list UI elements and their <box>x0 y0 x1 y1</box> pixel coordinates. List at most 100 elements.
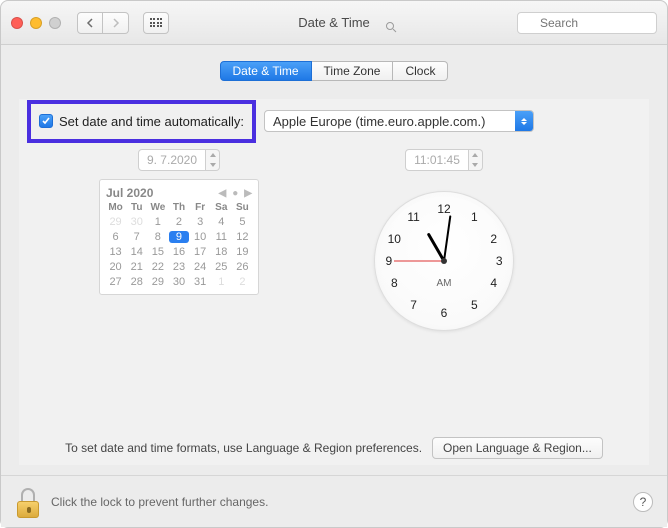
calendar-dow: Sa <box>212 202 231 213</box>
calendar-day[interactable]: 14 <box>127 246 146 258</box>
date-stepper[interactable] <box>206 149 220 171</box>
tab-time-zone[interactable]: Time Zone <box>312 61 394 81</box>
chevron-right-icon <box>112 18 120 28</box>
tab-date-time[interactable]: Date & Time <box>220 61 312 81</box>
calendar-dow: Fr <box>191 202 210 213</box>
calendar-day[interactable]: 28 <box>127 276 146 288</box>
clock-ampm: AM <box>437 278 452 289</box>
calendar-day-out[interactable]: 29 <box>106 216 125 228</box>
time-stepper-field: 11:01:45 <box>405 149 483 171</box>
clock-num-5: 5 <box>471 298 478 312</box>
auto-date-time-checkbox[interactable] <box>39 114 53 128</box>
date-stepper-field: 9. 7.2020 <box>138 149 220 171</box>
calendar-day[interactable]: 19 <box>233 246 252 258</box>
calendar-day[interactable]: 15 <box>148 246 167 258</box>
time-server-value: Apple Europe (time.euro.apple.com.) <box>273 114 485 129</box>
calendar-day[interactable]: 17 <box>191 246 210 258</box>
calendar-day-out[interactable]: 30 <box>127 216 146 228</box>
calendar-day[interactable]: 2 <box>169 216 188 228</box>
titlebar: Date & Time <box>1 1 667 45</box>
calendar-day[interactable]: 6 <box>106 231 125 243</box>
clock-num-8: 8 <box>391 276 398 290</box>
search-input[interactable] <box>517 12 657 34</box>
zoom-window-button <box>49 17 61 29</box>
auto-date-time-label: Set date and time automatically: <box>59 114 244 129</box>
time-column: 11:01:45 12 1 2 3 4 5 6 7 8 9 10 <box>279 149 609 331</box>
calendar-day[interactable]: 8 <box>148 231 167 243</box>
calendar-day[interactable]: 18 <box>212 246 231 258</box>
calendar-day[interactable]: 30 <box>169 276 188 288</box>
tab-clock[interactable]: Clock <box>393 61 448 81</box>
clock-num-10: 10 <box>388 232 401 246</box>
calendar-day[interactable]: 31 <box>191 276 210 288</box>
clock-num-12: 12 <box>437 202 450 216</box>
hint-text: To set date and time formats, use Langua… <box>65 441 422 455</box>
calendar-day[interactable]: 25 <box>212 261 231 273</box>
calendar-day[interactable]: 7 <box>127 231 146 243</box>
calendar-day[interactable]: 20 <box>106 261 125 273</box>
minute-hand <box>443 215 451 261</box>
back-button[interactable] <box>77 12 103 34</box>
clock-num-2: 2 <box>490 232 497 246</box>
nav-buttons <box>77 12 129 34</box>
clock-num-9: 9 <box>385 254 392 268</box>
help-button[interactable]: ? <box>633 492 653 512</box>
calendar-day[interactable]: 13 <box>106 246 125 258</box>
calendar-dow: Su <box>233 202 252 213</box>
calendar-day-out[interactable]: 2 <box>233 276 252 288</box>
open-language-region-button[interactable]: Open Language & Region... <box>432 437 603 459</box>
calendar-dow: Mo <box>106 202 125 213</box>
check-icon <box>41 116 51 126</box>
calendar-day-out[interactable]: 1 <box>212 276 231 288</box>
time-input[interactable]: 11:01:45 <box>405 149 469 171</box>
footer: Click the lock to prevent further change… <box>1 475 667 527</box>
close-window-button[interactable] <box>11 17 23 29</box>
clock-num-7: 7 <box>410 298 417 312</box>
preferences-window: Date & Time Date & Time Time Zone Clock … <box>0 0 668 528</box>
calendar-day[interactable]: 27 <box>106 276 125 288</box>
clock-num-4: 4 <box>490 276 497 290</box>
second-hand <box>394 261 444 262</box>
calendar-grid: MoTuWeThFrSaSu29301234567891011121314151… <box>106 202 252 288</box>
calendar-day[interactable]: 29 <box>148 276 167 288</box>
time-server-dropdown[interactable]: Apple Europe (time.euro.apple.com.) <box>264 110 534 132</box>
calendar-day[interactable]: 12 <box>233 231 252 243</box>
analog-clock: 12 1 2 3 4 5 6 7 8 9 10 11 AM <box>374 191 514 331</box>
calendar-day[interactable]: 26 <box>233 261 252 273</box>
calendar-day[interactable]: 1 <box>148 216 167 228</box>
calendar-day[interactable]: 10 <box>191 231 210 243</box>
calendar-month-label: Jul 2020 <box>106 186 153 200</box>
minimize-window-button[interactable] <box>30 17 42 29</box>
window-controls <box>11 17 61 29</box>
calendar-day[interactable]: 21 <box>127 261 146 273</box>
date-input[interactable]: 9. 7.2020 <box>138 149 206 171</box>
lock-hint-text: Click the lock to prevent further change… <box>51 495 268 509</box>
calendar-dow: Th <box>169 202 188 213</box>
calendar-day[interactable]: 4 <box>212 216 231 228</box>
calendar-prev-button[interactable]: ◀ <box>219 188 227 199</box>
dropdown-arrow-icon <box>515 111 533 131</box>
lock-icon[interactable] <box>15 486 41 518</box>
calendar-dow: We <box>148 202 167 213</box>
calendar-day[interactable]: 22 <box>148 261 167 273</box>
tab-bar: Date & Time Time Zone Clock <box>220 61 449 81</box>
clock-center-pin <box>441 258 447 264</box>
calendar-day[interactable]: 9 <box>169 231 188 243</box>
calendar-day[interactable]: 3 <box>191 216 210 228</box>
calendar-today-button[interactable]: ● <box>232 188 238 199</box>
hint-row: To set date and time formats, use Langua… <box>19 431 649 465</box>
calendar-day[interactable]: 5 <box>233 216 252 228</box>
calendar-day[interactable]: 16 <box>169 246 188 258</box>
calendar-day[interactable]: 11 <box>212 231 231 243</box>
highlight-annotation: Set date and time automatically: <box>27 100 256 143</box>
calendar-day[interactable]: 23 <box>169 261 188 273</box>
forward-button[interactable] <box>103 12 129 34</box>
time-stepper[interactable] <box>469 149 483 171</box>
show-all-button[interactable] <box>143 12 169 34</box>
clock-num-6: 6 <box>441 306 448 320</box>
chevron-left-icon <box>86 18 94 28</box>
calendar-day[interactable]: 24 <box>191 261 210 273</box>
calendar-next-button[interactable]: ▶ <box>244 188 252 199</box>
mid-row: 9. 7.2020 Jul 2020 ◀ ● ▶ MoTuWeThF <box>19 143 649 331</box>
auto-row: Set date and time automatically: Apple E… <box>19 99 649 143</box>
